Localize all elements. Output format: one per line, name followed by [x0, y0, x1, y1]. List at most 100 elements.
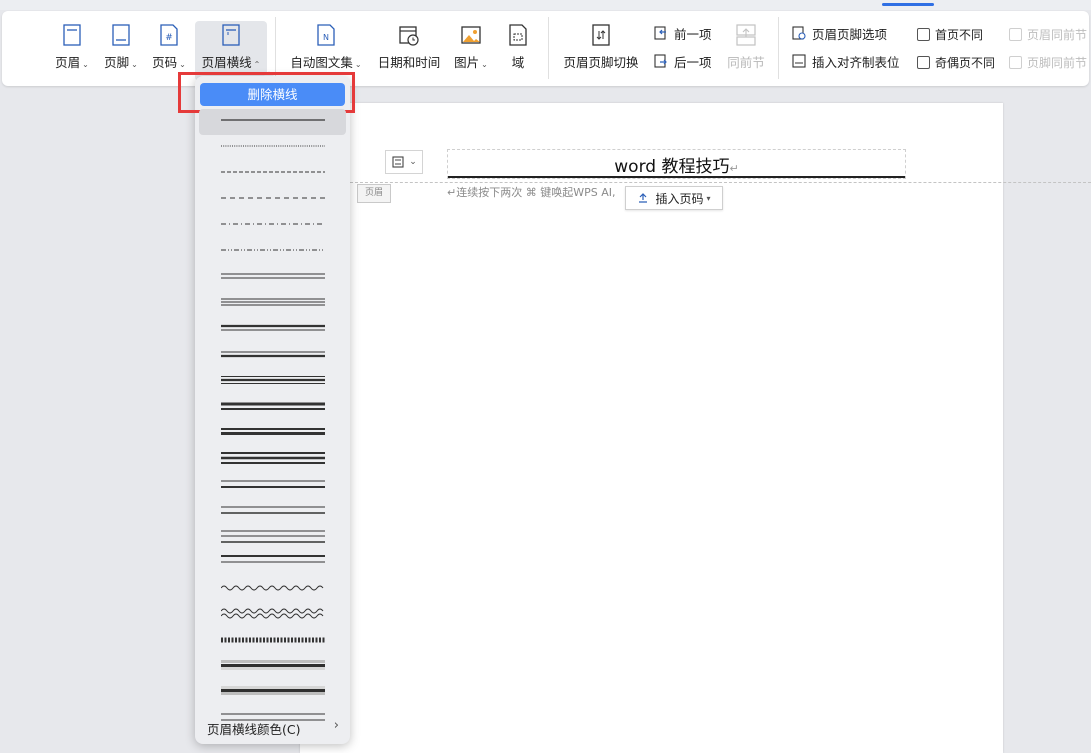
chevron-down-icon: ⌄: [409, 157, 417, 167]
highlight-box: [178, 72, 355, 113]
date-time-button[interactable]: 日期和时间: [374, 21, 444, 81]
checkbox-box: [1009, 55, 1022, 69]
autotext-label: 自动图文集: [290, 55, 353, 70]
header-same-as-prev-checkbox: 页眉同前节: [1009, 25, 1087, 43]
same-as-previous-icon: [736, 24, 756, 46]
switch-header-footer-icon: [592, 24, 610, 46]
line-style-emboss[interactable]: [199, 655, 346, 681]
frame-icon: [392, 156, 404, 168]
line-style-thick-thin-small[interactable]: [199, 395, 346, 421]
line-style-thin-thick-thin-large[interactable]: [199, 421, 346, 447]
header-frame-button[interactable]: ⌄: [385, 150, 423, 174]
ribbon-toolbar: 页眉 ⌄ 页脚 ⌄ # 页码 ⌄ 页眉横线 ⌃ N 自动图文集 ⌄ 日期和时间 图片 ⌄ 域…: [2, 11, 1089, 86]
line-style-thick-thin-large[interactable]: [199, 499, 346, 525]
header-boundary-line: [350, 182, 1091, 183]
first-page-different-checkbox[interactable]: 首页不同: [917, 25, 983, 43]
line-style-preview: [221, 608, 324, 619]
separator: [778, 17, 779, 79]
line-style-preview: [221, 660, 325, 670]
line-style-preview: [221, 351, 325, 358]
line-style-dash-dot-stroked[interactable]: [199, 629, 346, 655]
header-button[interactable]: 页眉 ⌄: [52, 21, 92, 81]
line-style-double-thin[interactable]: [199, 265, 346, 291]
prev-item-button[interactable]: 前一项: [654, 23, 712, 43]
top-strip: [0, 0, 1091, 10]
field-icon: [509, 24, 527, 46]
next-item-label: 后一项: [674, 54, 712, 70]
line-style-thin-thick-thin[interactable]: [199, 369, 346, 395]
insert-page-number-icon: [639, 193, 648, 203]
date-time-label: 日期和时间: [377, 55, 441, 70]
line-style-preview: [221, 376, 325, 384]
line-style-preview: [221, 273, 325, 279]
line-style-thin-thick[interactable]: [199, 343, 346, 369]
line-style-wave[interactable]: [199, 577, 346, 603]
separator: [548, 17, 549, 79]
line-style-dashed-wide[interactable]: [199, 187, 346, 213]
insert-align-tab-label: 插入对齐制表位: [812, 54, 900, 70]
line-style-preview: [221, 428, 325, 435]
picture-label: 图片: [454, 55, 480, 70]
header-text-line[interactable]: word 教程技巧↵: [448, 152, 905, 177]
wps-ai-hint: ↵连续按下两次 ⌘ 键唤起WPS AI,: [447, 186, 616, 199]
footer-button[interactable]: 页脚 ⌄: [100, 21, 142, 81]
chevron-up-icon: ⌃: [253, 60, 261, 69]
header-text[interactable]: word 教程技巧: [614, 157, 729, 177]
autotext-icon: N: [317, 24, 335, 46]
line-style-single-thin[interactable]: [199, 109, 346, 135]
line-style-dotted[interactable]: [199, 135, 346, 161]
line-style-preview: [221, 480, 325, 488]
line-style-preview: [221, 171, 325, 173]
line-style-thin-thick-large[interactable]: [199, 473, 346, 499]
picture-button[interactable]: 图片 ⌄: [451, 21, 491, 81]
checkbox-box: [917, 55, 930, 69]
insert-page-number-button[interactable]: 插入页码 ▾: [625, 186, 723, 210]
line-style-double-gap[interactable]: [199, 551, 346, 577]
header-line-label: 页眉横线: [201, 55, 252, 70]
line-style-dash-dot[interactable]: [199, 213, 346, 239]
header-footer-options-label: 页眉页脚选项: [812, 26, 888, 42]
switch-header-footer-label: 页眉页脚切换: [563, 55, 639, 70]
odd-even-different-checkbox[interactable]: 奇偶页不同: [917, 53, 995, 71]
switch-header-footer-button[interactable]: 页眉页脚切换: [558, 21, 644, 81]
footer-label: 页脚: [104, 55, 130, 70]
line-style-list: [199, 109, 346, 733]
header-same-as-prev-label: 页眉同前节: [1027, 27, 1088, 42]
footer-icon: [112, 24, 130, 46]
header-line-color-menu-item[interactable]: 页眉横线颜色(C) ›: [195, 716, 350, 740]
line-style-preview: [221, 555, 325, 563]
line-style-preview: [221, 298, 325, 306]
chevron-down-icon: ⌄: [354, 60, 362, 69]
line-style-preview: [221, 324, 325, 331]
header-footer-options-button[interactable]: 页眉页脚选项: [792, 23, 887, 43]
line-style-thick-thin[interactable]: [199, 317, 346, 343]
line-style-preview: [221, 506, 325, 514]
line-style-thin-thin-gap[interactable]: [199, 525, 346, 551]
svg-text:#: #: [165, 33, 173, 43]
same-as-previous-label: 同前节: [727, 55, 765, 70]
header-line-icon: [222, 24, 240, 46]
chevron-down-icon: ⌄: [179, 60, 186, 69]
header-underline: [448, 176, 905, 178]
field-button[interactable]: 域: [501, 21, 535, 81]
line-style-engrave[interactable]: [199, 681, 346, 707]
insert-align-tab-button[interactable]: 插入对齐制表位: [792, 51, 900, 71]
checkbox-box: [917, 27, 930, 41]
header-area[interactable]: word 教程技巧↵: [447, 149, 906, 179]
next-item-button[interactable]: 后一项: [654, 51, 712, 71]
picture-icon: [461, 26, 481, 44]
line-style-double-wave[interactable]: [199, 603, 346, 629]
insert-page-number-label: 插入页码: [655, 191, 704, 206]
header-icon: [63, 24, 81, 46]
line-style-preview: [221, 145, 325, 147]
line-style-dash-dot-dot[interactable]: [199, 239, 346, 265]
odd-even-different-label: 奇偶页不同: [935, 55, 996, 70]
align-tab-icon: [792, 54, 806, 68]
line-style-triple-thick[interactable]: [199, 447, 346, 473]
chevron-down-icon: ⌄: [131, 60, 138, 69]
svg-text:N: N: [323, 33, 329, 42]
footer-same-as-prev-label: 页脚同前节: [1027, 55, 1088, 70]
line-style-dashed[interactable]: [199, 161, 346, 187]
line-style-triple-thin[interactable]: [199, 291, 346, 317]
line-style-preview: [221, 585, 324, 591]
